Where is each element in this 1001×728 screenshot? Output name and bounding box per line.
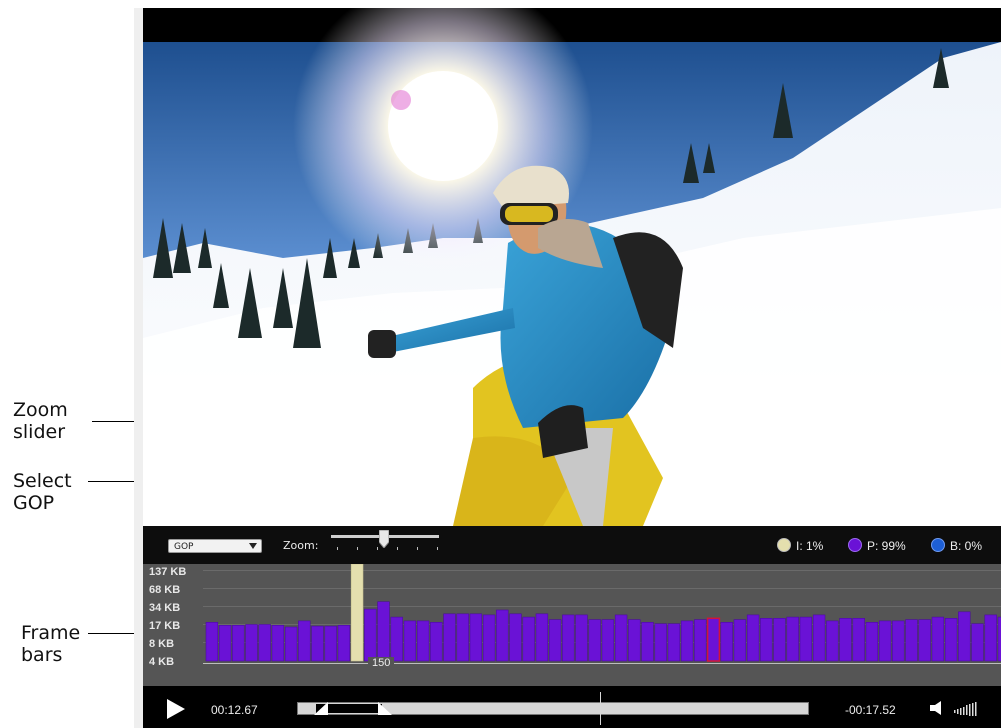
video-image (143, 8, 1001, 526)
p-frame-legend-dot (848, 538, 862, 552)
p-frame-bar[interactable] (680, 620, 694, 662)
frame-bars-chart[interactable]: 137 KB 68 KB 34 KB 17 KB 8 KB 4 KB 150 (143, 564, 1001, 686)
p-frame-bar[interactable] (773, 617, 786, 662)
zoom-slider-thumb[interactable] (378, 530, 389, 548)
i-frame-legend-dot (777, 538, 791, 552)
zoom-slider-callout: Zoom slider (13, 399, 68, 443)
p-frame-legend-label: P: 99% (867, 539, 906, 553)
p-frame-bar[interactable] (878, 620, 892, 662)
b-frame-legend-dot (931, 538, 945, 552)
zoom-tick (417, 547, 418, 550)
p-frame-bar[interactable] (469, 613, 483, 662)
p-frame-bar[interactable] (733, 619, 747, 662)
p-frame-bar[interactable] (284, 626, 298, 662)
p-frame-bar[interactable] (720, 621, 733, 662)
zoom-tick (337, 547, 338, 550)
p-frame-bar[interactable] (654, 623, 667, 662)
p-frame-bar[interactable] (958, 611, 971, 662)
zoom-tick (397, 547, 398, 550)
p-frame-bar[interactable] (205, 621, 219, 662)
p-frame-bar[interactable] (245, 624, 258, 662)
speaker-icon[interactable] (930, 701, 946, 715)
video-frame[interactable] (143, 8, 1001, 526)
p-frame-bar[interactable] (324, 625, 337, 662)
frame-ruler (203, 663, 1001, 664)
scrub-bar[interactable] (297, 692, 809, 725)
p-frame-bar[interactable] (852, 617, 865, 662)
p-frame-bar[interactable] (456, 613, 469, 662)
range-end-handle[interactable] (378, 702, 392, 715)
p-frame-bar[interactable] (931, 616, 945, 662)
zoom-tick (437, 547, 438, 550)
p-frame-bar[interactable] (905, 619, 918, 662)
p-frame-bar[interactable] (865, 621, 879, 662)
frame-marker-label: 150 (368, 657, 395, 669)
p-frame-bar[interactable] (377, 601, 390, 662)
select-gop-callout: Select GOP (13, 470, 72, 514)
control-strip: GOP Zoom: I: 1% P: 99% B: 0% (143, 526, 1001, 564)
play-button[interactable] (167, 699, 185, 719)
p-frame-bar[interactable] (786, 616, 799, 662)
p-frame-bar[interactable] (232, 624, 245, 662)
zoom-tick (377, 547, 378, 550)
p-frame-bar[interactable] (298, 620, 311, 662)
p-frame-bar[interactable] (614, 614, 628, 662)
p-frame-bar[interactable] (918, 619, 931, 662)
p-frame-bar[interactable] (311, 625, 324, 662)
p-frame-bar[interactable] (971, 623, 984, 662)
p-frame-bar[interactable] (667, 623, 681, 662)
p-frame-bar[interactable] (403, 620, 417, 662)
transport-bar: 00:12.67 -00:17.52 (143, 686, 1001, 728)
p-frame-bar[interactable] (271, 624, 285, 662)
p-frame-bar[interactable] (799, 616, 813, 662)
p-frame-bar[interactable] (826, 620, 839, 662)
p-frame-bar[interactable] (706, 617, 721, 662)
p-frame-bar[interactable] (746, 614, 760, 662)
p-frame-bar[interactable] (588, 619, 601, 662)
p-frame-bar[interactable] (390, 616, 403, 662)
p-frame-bar[interactable] (482, 614, 496, 662)
p-frame-bar[interactable] (694, 619, 707, 662)
volume-level-icon[interactable] (954, 700, 988, 716)
p-frame-bar[interactable] (575, 614, 588, 662)
zoom-label: Zoom: (283, 539, 319, 552)
p-frame-bar[interactable] (416, 620, 430, 662)
gop-select-value: GOP (174, 542, 194, 552)
p-frame-bar[interactable] (218, 624, 232, 662)
chevron-down-icon (249, 543, 257, 549)
p-frame-bar[interactable] (443, 613, 456, 662)
p-frame-bar[interactable] (628, 619, 641, 662)
player-left-border (134, 8, 143, 728)
p-frame-bar[interactable] (812, 614, 826, 662)
p-frame-bar[interactable] (364, 608, 377, 662)
frame-bars[interactable] (143, 564, 1001, 686)
p-frame-bar[interactable] (496, 609, 509, 662)
p-frame-bar[interactable] (984, 614, 997, 662)
range-start-handle[interactable] (314, 702, 328, 715)
frame-bars-callout: Frame bars (21, 622, 81, 666)
p-frame-bar[interactable] (944, 617, 958, 662)
current-time: 00:12.67 (211, 703, 258, 717)
remaining-time: -00:17.52 (845, 703, 896, 717)
p-frame-bar[interactable] (430, 621, 443, 662)
i-frame-legend-label: I: 1% (796, 539, 824, 553)
p-frame-bar[interactable] (760, 617, 773, 662)
zoom-tick (357, 547, 358, 550)
p-frame-bar[interactable] (892, 620, 905, 662)
p-frame-bar[interactable] (562, 614, 575, 662)
gop-select[interactable]: GOP (168, 539, 262, 553)
p-frame-bar[interactable] (522, 616, 535, 662)
i-frame-bar[interactable] (350, 564, 364, 662)
p-frame-bar[interactable] (535, 613, 549, 662)
p-frame-bar[interactable] (509, 613, 522, 662)
p-frame-bar[interactable] (337, 624, 351, 662)
p-frame-bar[interactable] (258, 624, 271, 662)
p-frame-bar[interactable] (601, 619, 615, 662)
b-frame-legend-label: B: 0% (950, 539, 983, 553)
p-frame-bar[interactable] (548, 619, 562, 662)
playhead[interactable] (600, 692, 601, 725)
p-frame-bar[interactable] (839, 617, 852, 662)
p-frame-bar[interactable] (641, 621, 654, 662)
